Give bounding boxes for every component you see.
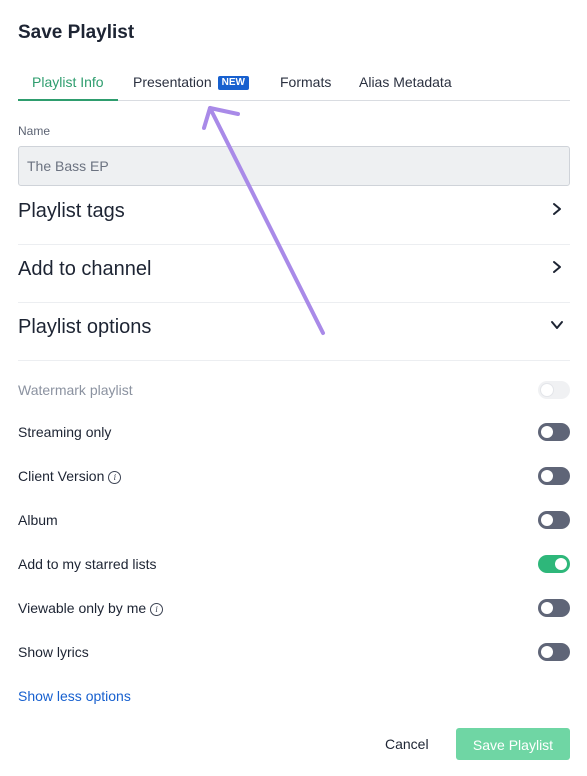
tab-playlist-info[interactable]: Playlist Info [18,62,118,101]
option-label: Watermark playlist [18,382,133,398]
new-badge: NEW [217,76,249,90]
save-playlist-button[interactable]: Save Playlist [456,728,570,760]
show-less-options-link[interactable]: Show less options [18,688,131,704]
tab-label: Alias Metadata [359,74,452,90]
section-label: Playlist tags [18,200,125,222]
watermark-toggle [538,381,570,399]
option-viewable-only-by-me: Viewable only by me i [18,593,570,623]
name-field[interactable] [18,146,570,186]
section-playlist-tags[interactable]: Playlist tags [18,186,570,245]
option-show-lyrics: Show lyrics [18,637,570,667]
dialog-title: Save Playlist [18,22,135,43]
toggle-knob [541,602,553,614]
section-playlist-options[interactable]: Playlist options [18,302,570,361]
option-label-wrap: Client Version i [18,468,122,484]
toggle-knob [541,514,553,526]
toggle-knob [541,384,553,396]
toggle-knob [541,646,553,658]
viewable-only-toggle[interactable] [538,599,570,617]
option-client-version: Client Version i [18,461,570,491]
option-label: Add to my starred lists [18,556,157,572]
info-icon[interactable]: i [108,471,122,484]
option-label: Client Version [18,468,105,484]
starred-lists-toggle[interactable] [538,555,570,573]
client-version-toggle[interactable] [538,467,570,485]
tab-presentation[interactable]: Presentation NEW [133,62,249,100]
option-add-to-starred: Add to my starred lists [18,549,570,579]
toggle-knob [541,470,553,482]
option-label-wrap: Viewable only by me i [18,600,164,616]
option-label: Show lyrics [18,644,89,660]
tab-label: Playlist Info [32,74,104,90]
album-toggle[interactable] [538,511,570,529]
active-tab-underline [18,99,118,101]
tab-label: Presentation [133,74,212,90]
show-lyrics-toggle[interactable] [538,643,570,661]
toggle-knob [555,558,567,570]
chevron-right-icon [553,261,561,273]
tab-alias-metadata[interactable]: Alias Metadata [359,62,452,100]
section-label: Playlist options [18,316,152,338]
option-label: Viewable only by me [18,600,147,616]
info-icon[interactable]: i [150,603,164,616]
section-add-to-channel[interactable]: Add to channel [18,244,570,303]
option-streaming-only: Streaming only [18,417,570,447]
option-label: Album [18,512,58,528]
tab-label: Formats [280,74,332,90]
option-watermark-playlist: Watermark playlist [18,375,570,405]
option-label: Streaming only [18,424,112,440]
tab-bar: Playlist Info Presentation NEW Formats Al… [18,62,570,101]
cancel-button[interactable]: Cancel [385,736,429,752]
chevron-down-icon [551,321,563,329]
chevron-right-icon [553,203,561,215]
section-label: Add to channel [18,258,152,280]
option-album: Album [18,505,570,535]
name-field-label: Name [18,124,51,138]
tab-formats[interactable]: Formats [280,62,331,100]
streaming-only-toggle[interactable] [538,423,570,441]
toggle-knob [541,426,553,438]
